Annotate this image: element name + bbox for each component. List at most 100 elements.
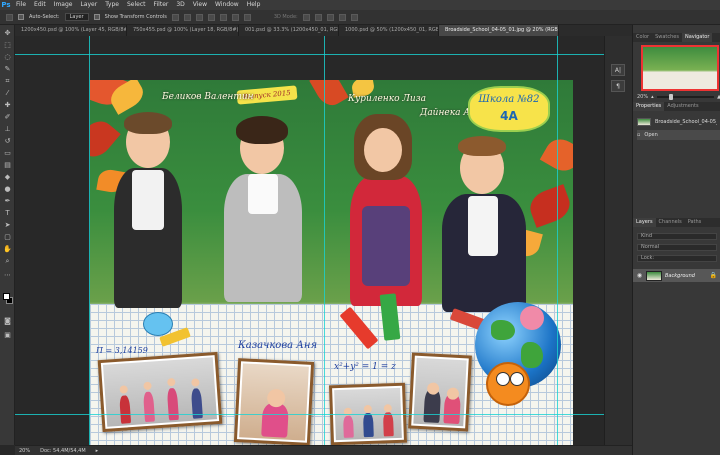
student-name-label: Беликов Валентин <box>162 92 254 102</box>
shape-tool-icon[interactable]: ▢ <box>3 233 12 241</box>
status-bar: 20% Doc: 54,4M/54,4M ▸ <box>15 445 632 455</box>
screen-mode-icon[interactable]: ▣ <box>3 331 12 339</box>
foreground-color-swatch[interactable] <box>3 293 10 300</box>
tab-layers[interactable]: Layers <box>633 218 656 227</box>
properties-panel-tabs: Properties Adjustments <box>633 102 720 111</box>
menu-type[interactable]: Type <box>101 0 123 10</box>
distribute-icon[interactable] <box>243 13 251 21</box>
tab-document-3[interactable]: 001.psd @ 33.3% (1200x450_01, RGB/8) <box>239 25 339 36</box>
menu-layer[interactable]: Layer <box>76 0 101 10</box>
character-panel-button[interactable]: A| <box>611 64 625 76</box>
pen-tool-icon[interactable]: ✒ <box>3 197 12 205</box>
menu-select[interactable]: Select <box>123 0 150 10</box>
3d-roll-icon[interactable] <box>314 13 322 21</box>
guide-line <box>324 36 325 445</box>
healing-brush-tool-icon[interactable]: ✚ <box>3 101 12 109</box>
blur-tool-icon[interactable]: ◆ <box>3 173 12 181</box>
zoom-tool-icon[interactable]: ⌕ <box>3 257 12 265</box>
eyedropper-tool-icon[interactable]: ⁄ <box>3 89 12 97</box>
menu-window[interactable]: Window <box>211 0 243 10</box>
3d-orbit-icon[interactable] <box>302 13 310 21</box>
menu-image[interactable]: Image <box>50 0 77 10</box>
align-bottom-icon[interactable] <box>195 13 203 21</box>
student-name-label: Куриленко Лиза <box>348 94 426 104</box>
align-right-icon[interactable] <box>231 13 239 21</box>
quick-mask-icon[interactable]: ◙ <box>3 317 12 325</box>
auto-select-checkbox[interactable] <box>18 14 24 20</box>
tab-document-2[interactable]: 750x455.psd @ 100% (Layer 18, RGB/8#) <box>127 25 239 36</box>
guide-line <box>15 414 604 415</box>
lock-controls[interactable]: Lock: <box>637 255 717 262</box>
quick-select-tool-icon[interactable]: ✎ <box>3 65 12 73</box>
navigator-zoom-value[interactable]: 20% <box>637 94 648 100</box>
tab-properties[interactable]: Properties <box>633 102 665 111</box>
options-bar: Auto-Select: Layer Show Transform Contro… <box>0 10 720 25</box>
transform-controls-label: Show Transform Controls <box>104 14 167 20</box>
tab-channels[interactable]: Channels <box>656 218 685 227</box>
photoshop-logo-icon[interactable]: Ps <box>0 0 12 10</box>
tab-paths[interactable]: Paths <box>685 218 705 227</box>
paragraph-panel-button[interactable]: ¶ <box>611 80 625 92</box>
layers-panel-tabs: Layers Channels Paths <box>633 218 720 227</box>
tab-document-1[interactable]: 1200x450.psd @ 100% (Layer 45, RGB/8#) <box>15 25 127 36</box>
align-top-icon[interactable] <box>171 13 179 21</box>
two-kids-photo-frame <box>408 352 472 432</box>
zoom-slider-knob[interactable] <box>668 94 673 100</box>
tab-document-4[interactable]: 1000.psd @ 50% (1200x450_01, RGB/8#) <box>339 25 439 36</box>
menu-file[interactable]: File <box>12 0 30 10</box>
3d-pan-icon[interactable] <box>326 13 334 21</box>
type-tool-icon[interactable]: T <box>3 209 12 217</box>
hand-tool-icon[interactable]: ✋ <box>3 245 12 253</box>
marquee-tool-icon[interactable]: ⬚ <box>3 41 12 49</box>
move-tool-preset-icon[interactable] <box>6 13 13 21</box>
transform-controls-checkbox[interactable] <box>93 14 100 20</box>
status-arrow-icon[interactable]: ▸ <box>96 448 99 454</box>
cartoon-bird-icon <box>143 312 173 336</box>
crop-tool-icon[interactable]: ⌗ <box>3 77 12 85</box>
3d-slide-icon[interactable] <box>338 13 346 21</box>
history-snapshot[interactable]: Broadside_School_04-05_01.jpg <box>637 117 720 127</box>
clone-stamp-tool-icon[interactable]: ⊥ <box>3 125 12 133</box>
eye-icon[interactable]: ◉ <box>636 272 643 279</box>
cartoon-pig-icon <box>520 306 544 330</box>
align-left-icon[interactable] <box>207 13 215 21</box>
gradient-tool-icon[interactable]: ▤ <box>3 161 12 169</box>
auto-select-dropdown[interactable]: Layer <box>64 13 89 21</box>
menu-filter[interactable]: Filter <box>150 0 173 10</box>
document-image[interactable]: Выпуск 2015 Беликов Валентин Куриленко Л… <box>90 80 573 445</box>
path-selection-tool-icon[interactable]: ➤ <box>3 221 12 229</box>
dodge-tool-icon[interactable]: ● <box>3 185 12 193</box>
document-tabs: 1200x450.psd @ 100% (Layer 45, RGB/8#) 7… <box>15 25 632 36</box>
menu-view[interactable]: View <box>189 0 211 10</box>
auto-select-label: Auto-Select: <box>29 14 60 20</box>
more-tools-icon[interactable]: ⋯ <box>3 271 12 279</box>
3d-scale-icon[interactable] <box>350 13 358 21</box>
menu-edit[interactable]: Edit <box>30 0 50 10</box>
layer-filter-kind[interactable]: Kind <box>637 233 717 240</box>
brush-tool-icon[interactable]: ✐ <box>3 113 12 121</box>
navigator-preview[interactable] <box>641 45 719 91</box>
align-middle-icon[interactable] <box>183 13 191 21</box>
history-step-label: Open <box>644 132 658 138</box>
lasso-tool-icon[interactable]: ◌ <box>3 53 12 61</box>
zoom-out-icon[interactable]: ▴ <box>651 94 654 100</box>
eraser-tool-icon[interactable]: ▭ <box>3 149 12 157</box>
layer-thumbnail <box>646 270 662 281</box>
menu-3d[interactable]: 3D <box>172 0 188 10</box>
history-brush-tool-icon[interactable]: ↺ <box>3 137 12 145</box>
tab-swatches[interactable]: Swatches <box>652 33 682 42</box>
layer-row-background[interactable]: ◉ Background 🔒 <box>633 269 720 282</box>
blend-mode-dropdown[interactable]: Normal <box>637 244 717 251</box>
menu-help[interactable]: Help <box>243 0 265 10</box>
tab-navigator[interactable]: Navigator <box>681 33 713 42</box>
tab-color[interactable]: Color <box>633 33 652 42</box>
tab-adjustments[interactable]: Adjustments <box>664 102 701 111</box>
tab-document-active[interactable]: Broadside_School_04-05_01.jpg @ 20% (RGB… <box>439 25 559 36</box>
zoom-level[interactable]: 20% <box>19 448 30 454</box>
align-center-icon[interactable] <box>219 13 227 21</box>
canvas-area[interactable]: Выпуск 2015 Беликов Валентин Куриленко Л… <box>15 36 604 445</box>
history-step[interactable]: ▫ Open <box>637 130 720 140</box>
move-tool-icon[interactable]: ✥ <box>3 29 12 37</box>
navigator-panel-tabs: Color Swatches Navigator <box>633 33 720 42</box>
zoom-slider[interactable] <box>656 94 715 100</box>
